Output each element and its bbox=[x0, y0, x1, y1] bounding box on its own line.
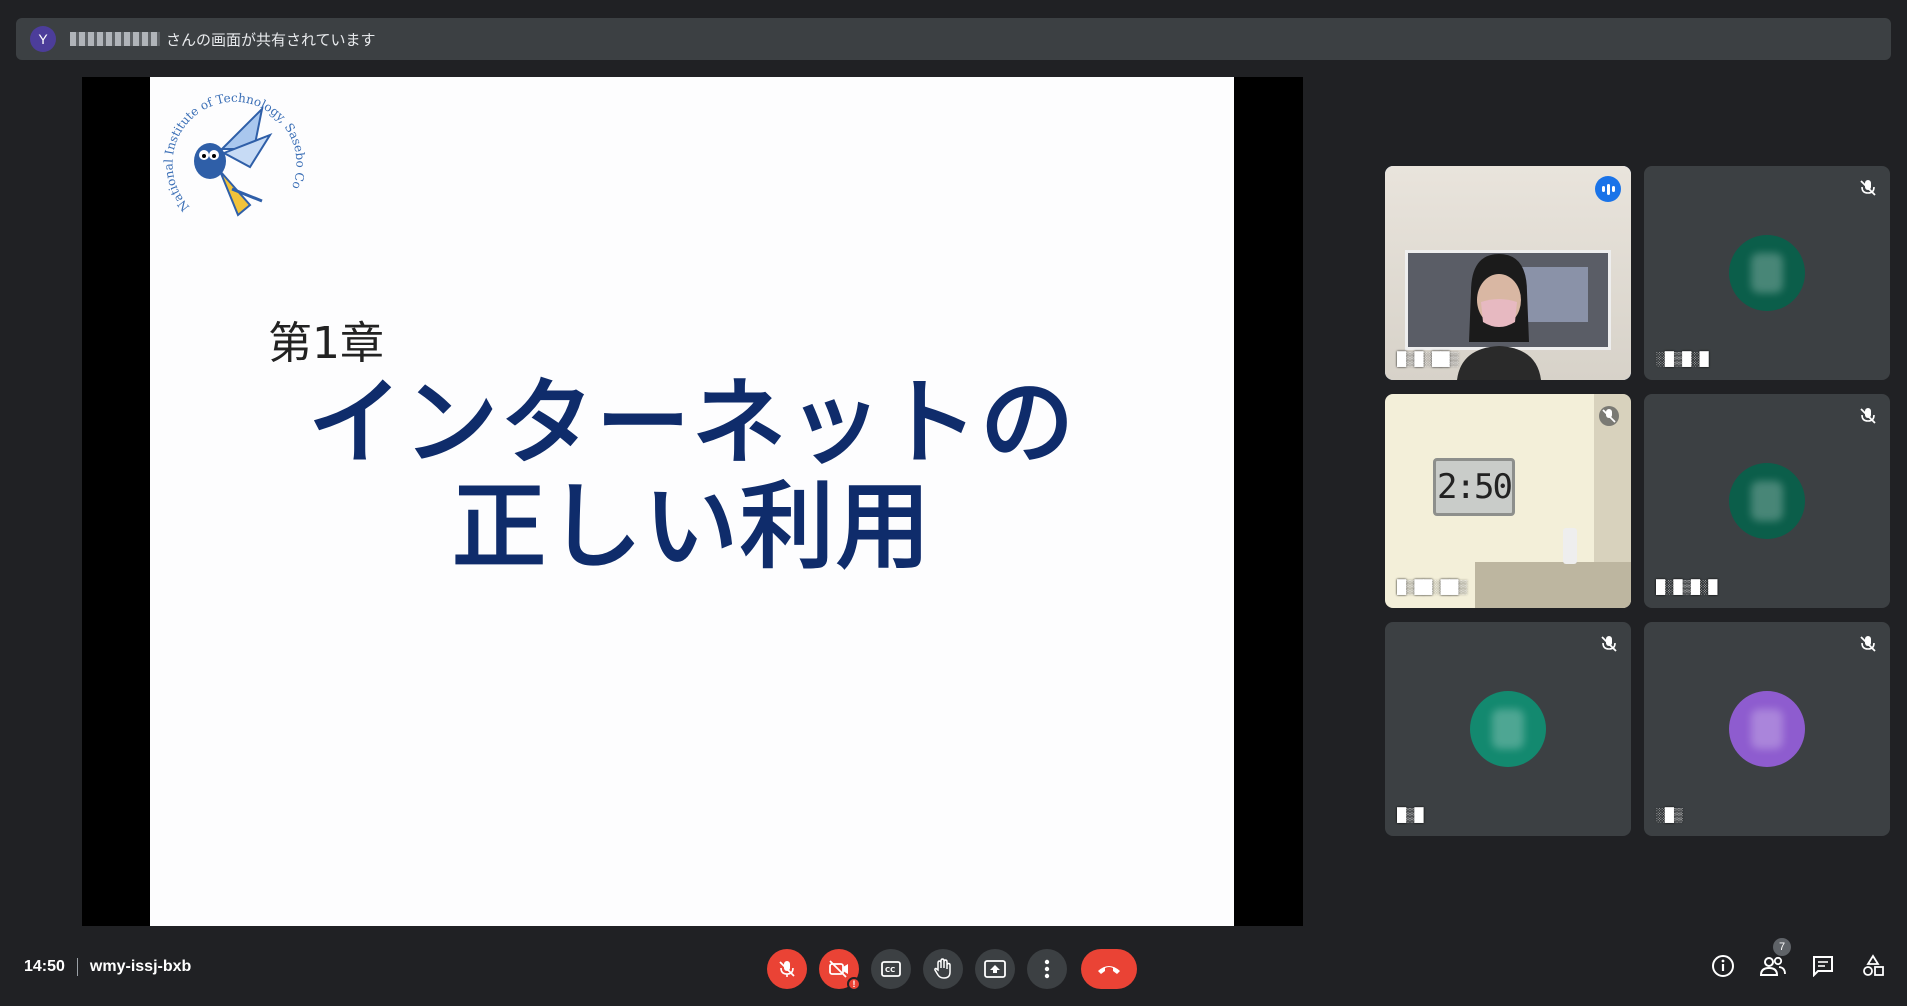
participant-avatar bbox=[1729, 235, 1805, 311]
mic-off-icon bbox=[1860, 180, 1876, 196]
camera-toggle-button[interactable]: ! bbox=[819, 949, 861, 991]
presenter-avatar: Y bbox=[30, 26, 56, 52]
raise-hand-button[interactable] bbox=[923, 949, 963, 989]
chat-icon bbox=[1813, 956, 1833, 977]
sharing-status-text: さんの画面が共有されています bbox=[166, 31, 376, 49]
participant-avatar bbox=[1729, 463, 1805, 539]
more-options-button[interactable] bbox=[1027, 949, 1067, 989]
participant-name-redacted: ░█▒ bbox=[1656, 807, 1683, 822]
present-screen-button[interactable] bbox=[975, 949, 1015, 989]
presentation-slide: National Institute of Technology, Sasebo… bbox=[150, 77, 1234, 926]
mic-off-icon bbox=[1599, 406, 1619, 426]
present-screen-icon bbox=[984, 960, 1006, 978]
participant-name-redacted: █░█▒█░█ bbox=[1656, 579, 1717, 594]
hand-icon bbox=[934, 958, 951, 979]
wall-clock: 2:50 bbox=[1433, 458, 1515, 516]
speaking-indicator-icon bbox=[1595, 176, 1621, 202]
participant-tile-4[interactable]: █░█▒█░█ bbox=[1644, 394, 1890, 608]
mic-off-icon bbox=[1860, 408, 1876, 424]
participant-avatar bbox=[1470, 691, 1546, 767]
participant-name-redacted: █▒█░██▒ bbox=[1397, 351, 1458, 366]
presentation-banner: Y さんの画面が共有されています bbox=[16, 18, 1891, 60]
captions-button[interactable]: CC bbox=[871, 949, 911, 989]
closed-captions-icon: CC bbox=[881, 961, 901, 977]
hang-up-icon bbox=[1098, 966, 1120, 974]
svg-text:CC: CC bbox=[885, 966, 895, 974]
slide-title-line1: インターネットの bbox=[307, 369, 1076, 478]
people-button[interactable]: 7 bbox=[1759, 938, 1791, 980]
participant-tile-5[interactable]: █▒█ bbox=[1385, 622, 1631, 836]
people-icon bbox=[1760, 956, 1786, 976]
meeting-controls-bar: 14:50 wmy-issj-bxb ! CC 7 bbox=[0, 926, 1907, 1006]
participant-video bbox=[1385, 166, 1631, 380]
school-logo: National Institute of Technology, Sasebo… bbox=[162, 79, 308, 217]
shapes-icon bbox=[1863, 954, 1884, 976]
participant-tile-2[interactable]: ░█▒█░█ bbox=[1644, 166, 1890, 380]
side-panel-controls: 7 bbox=[1709, 938, 1887, 980]
participant-name-redacted: ░█▒█░█ bbox=[1656, 351, 1709, 366]
mic-off-icon bbox=[779, 961, 795, 977]
mic-off-icon bbox=[1601, 636, 1617, 652]
chat-button[interactable] bbox=[1809, 952, 1837, 980]
slide-title: インターネットの 正しい利用 bbox=[150, 372, 1234, 580]
chapter-label: 第1章 bbox=[268, 318, 384, 369]
participant-tile-6[interactable]: ░█▒ bbox=[1644, 622, 1890, 836]
leave-call-button[interactable] bbox=[1081, 949, 1137, 989]
meeting-details: 14:50 wmy-issj-bxb bbox=[24, 958, 191, 976]
participant-avatar bbox=[1729, 691, 1805, 767]
meeting-time: 14:50 bbox=[24, 958, 65, 975]
participant-name-redacted: █▒██░██▒ bbox=[1397, 579, 1467, 594]
activities-button[interactable] bbox=[1859, 952, 1887, 980]
slide-title-line2: 正しい利用 bbox=[451, 473, 932, 582]
participant-tile-1[interactable]: █▒█░██▒ bbox=[1385, 166, 1631, 380]
presenter-name-redacted bbox=[70, 32, 160, 46]
shared-screen: National Institute of Technology, Sasebo… bbox=[82, 77, 1303, 926]
divider bbox=[76, 958, 78, 976]
participant-tile-3[interactable]: 2:50 █▒██░██▒ bbox=[1385, 394, 1631, 608]
participant-video: 2:50 bbox=[1385, 394, 1631, 608]
meeting-details-button[interactable] bbox=[1709, 952, 1737, 980]
meeting-code: wmy-issj-bxb bbox=[89, 958, 192, 975]
more-vert-icon bbox=[1044, 959, 1050, 979]
camera-off-icon bbox=[829, 960, 848, 978]
info-icon bbox=[1712, 955, 1734, 977]
call-controls: ! CC bbox=[767, 949, 1137, 991]
microphone-toggle-button[interactable] bbox=[767, 949, 807, 989]
participant-name-redacted: █▒█ bbox=[1397, 807, 1424, 822]
camera-warning-icon: ! bbox=[847, 977, 861, 991]
people-count-badge: 7 bbox=[1773, 938, 1791, 956]
mic-off-icon bbox=[1860, 636, 1876, 652]
